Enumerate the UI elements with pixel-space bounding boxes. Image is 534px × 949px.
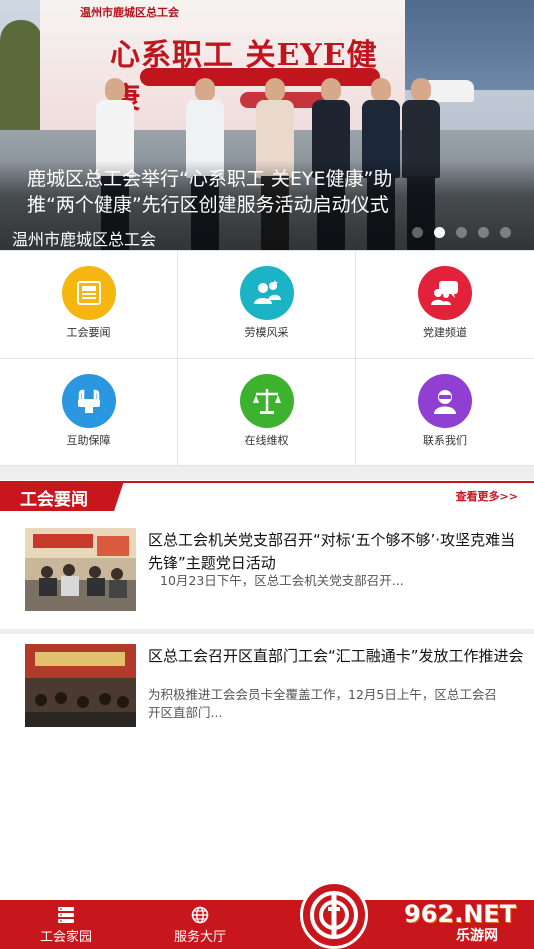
news-item[interactable]: 区总工会召开区直部门工会“汇工融通卡”发放工作推进会 为积极推进工会会员卡全覆盖… [0,634,534,744]
tab-label: 服务大厅 [173,930,226,945]
carousel-dots[interactable] [412,227,511,238]
grid-item-union-news[interactable]: 工会要闻 [0,251,178,359]
tab-union-home[interactable]: 工会家园 [26,900,106,949]
grid-item-label: 劳模风采 [244,326,289,339]
grid-item-label: 工会要闻 [66,326,111,339]
backdrop-brand: 温州市鹿城区总工会 [80,6,179,19]
server-icon [58,907,74,923]
model-worker-icon [240,266,294,320]
grid-item-contact-us[interactable]: 联系我们 [356,359,534,467]
function-grid: 工会要闻 劳模风采 党建频道 互助保障 在线维权 联系我们 [0,250,534,467]
news-description: 10月23日下午，区总工会机关党支部召开... [160,573,404,588]
banner-source: 温州市鹿城区总工会 [12,230,157,249]
news-thumbnail [25,644,136,727]
section-title: 工会要闻 [20,490,88,510]
grid-item-label: 在线维权 [244,434,289,447]
news-title: 区总工会召开区直部门工会“汇工融通卡”发放工作推进会 [148,647,524,665]
banner-photo-building [400,0,534,90]
newspaper-icon [62,266,116,320]
union-logo-button[interactable] [300,881,368,949]
news-title: 区总工会机关党支部召开“对标‘五个够不够’·攻坚克难当先锋”主题党日活动 [148,531,516,572]
banner-photo-tree [0,20,42,130]
section-gap [0,466,534,480]
scales-icon [240,374,294,428]
tab-service-hall[interactable]: 服务大厅 [160,900,240,949]
banner-caption[interactable]: 鹿城区总工会举行“心系职工 关EYE健康”助推“两个健康”先行区创建服务活动启动… [27,166,437,218]
contact-icon [418,374,472,428]
watermark-sub: 乐游网 [456,928,498,944]
carousel-dot[interactable] [478,227,489,238]
party-chat-icon [418,266,472,320]
carousel-dot[interactable] [500,227,511,238]
globe-icon [191,906,209,924]
trade-union-logo-icon [310,891,358,939]
news-description: 为积极推进工会会员卡全覆盖工作，12月5日上午，区总工会召开区直部门... [148,687,497,720]
carousel-dot[interactable] [412,227,423,238]
watermark-logo: 962.NET 乐游网 [394,898,534,949]
carousel-dot-active[interactable] [434,227,445,238]
view-more-link[interactable]: 查看更多>> [456,488,518,504]
grid-item-label: 联系我们 [423,434,467,447]
grid-item-model-workers[interactable]: 劳模风采 [178,251,356,359]
tab-label: 工会家园 [39,930,92,945]
grid-item-label: 互助保障 [66,434,111,447]
mutual-aid-icon [62,374,116,428]
grid-item-label: 党建频道 [423,326,467,339]
grid-item-party-channel[interactable]: 党建频道 [356,251,534,359]
grid-item-online-rights[interactable]: 在线维权 [178,359,356,467]
banner-carousel[interactable]: 温州市鹿城区总工会 心系职工 关EYE健康 鹿城区总工会举行“心系职工 关EYE… [0,0,534,250]
news-thumbnail [25,528,136,611]
section-header: 工会要闻 查看更多>> [0,480,534,512]
news-item[interactable]: 区总工会机关党支部召开“对标‘五个够不够’·攻坚克难当先锋”主题党日活动 10月… [0,512,534,629]
watermark-brand: 962.NET [404,900,517,928]
carousel-dot[interactable] [456,227,467,238]
grid-item-mutual-aid[interactable]: 互助保障 [0,359,178,467]
